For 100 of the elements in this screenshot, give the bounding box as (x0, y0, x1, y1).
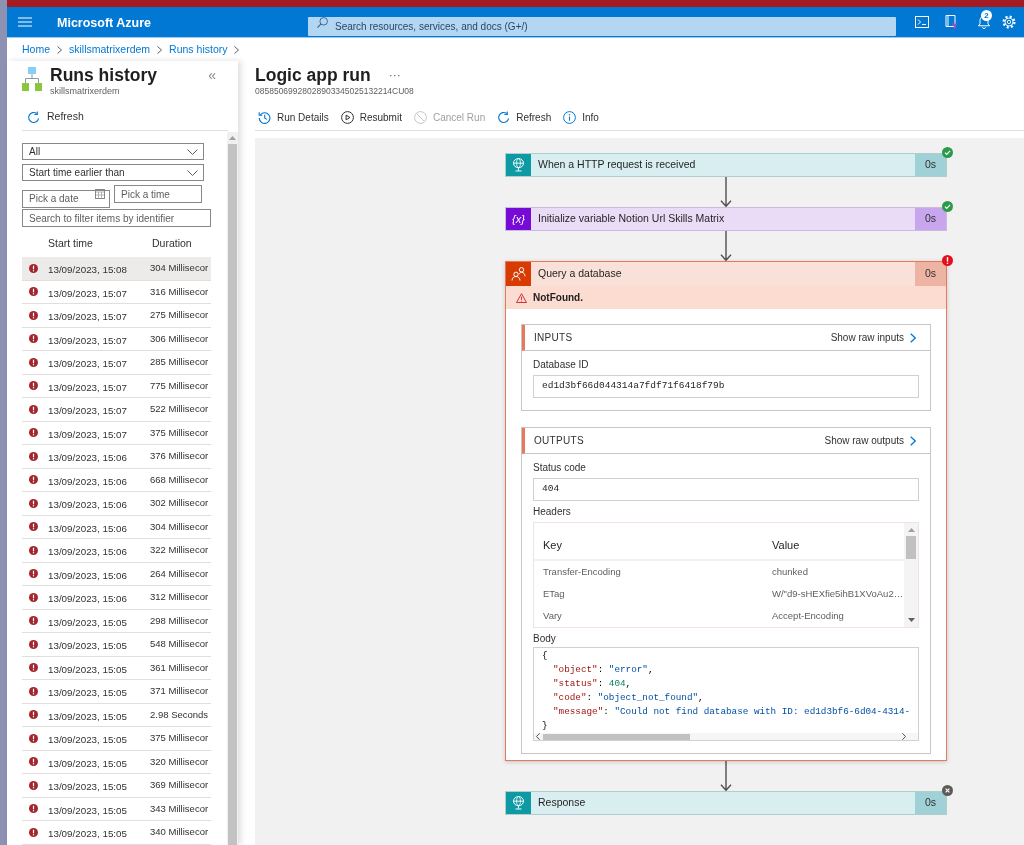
duration: 264 Millisecor (150, 566, 209, 581)
search-field[interactable]: Search to filter items by identifier (22, 209, 211, 227)
duration: 275 Millisecor (150, 308, 209, 323)
scroll-right-icon[interactable] (902, 733, 906, 740)
duration: 375 Millisecor (150, 731, 209, 746)
page-title: Logic app run (255, 65, 371, 85)
chevron-right-icon (910, 435, 916, 446)
scrollbar-thumb[interactable] (228, 144, 237, 845)
search-field[interactable]: Search resources, services, and docs (G+/) (308, 16, 896, 36)
start-time: 13/09/2023, 15:06 (48, 452, 127, 464)
start-time: 13/09/2023, 15:05 (48, 640, 127, 652)
scrollbar-thumb[interactable] (543, 733, 690, 740)
info-icon (563, 110, 577, 124)
connector-arrow (720, 231, 732, 261)
show-raw-link[interactable]: Show raw inputs (830, 330, 916, 345)
start-time: 13/09/2023, 15:05 (48, 757, 127, 769)
code-line: "object": "error", (553, 664, 654, 675)
scroll-left-icon[interactable] (536, 733, 540, 740)
action-card[interactable] (505, 261, 947, 761)
breadcrumb-link[interactable]: Home (22, 41, 50, 58)
table-cell: ETag (543, 587, 565, 599)
table-cell-text: chunked (772, 564, 808, 579)
column-header: Duration (152, 237, 192, 250)
section-title: OUTPUTS (534, 434, 584, 448)
terminal-icon[interactable] (915, 16, 929, 28)
menu-icon[interactable] (18, 17, 32, 27)
scroll-up-icon[interactable] (907, 528, 915, 532)
history-icon (258, 110, 271, 124)
column-header: Start time (48, 237, 93, 250)
time-field[interactable]: Pick a time (114, 185, 202, 203)
error-message: NotFound. (533, 291, 583, 305)
field-label: Status code (533, 462, 586, 474)
vertical-scrollbar[interactable] (227, 132, 238, 845)
duration: 371 Millisecor (150, 684, 209, 699)
start-time: 13/09/2023, 15:06 (48, 499, 127, 511)
vertical-scrollbar[interactable] (904, 523, 918, 627)
start-time: 13/09/2023, 15:05 (48, 710, 127, 722)
refresh-button[interactable]: Refresh (27, 109, 84, 125)
refresh-button[interactable]: Refresh (497, 109, 552, 125)
horizontal-scrollbar[interactable] (534, 733, 918, 740)
chevron-right-icon (910, 332, 916, 343)
table-cell: Transfer-Encoding (543, 565, 621, 577)
start-time: 13/09/2023, 15:05 (48, 828, 127, 840)
chevron-right-icon (57, 45, 62, 54)
collapse-button[interactable]: « (208, 65, 216, 85)
start-time: 13/09/2023, 15:06 (48, 593, 127, 605)
filter-dropdown[interactable]: Start time earlier than (22, 164, 204, 181)
table-cell: Vary (543, 609, 562, 621)
duration: 298 Millisecor (150, 613, 209, 628)
start-time: 13/09/2023, 15:07 (48, 381, 127, 393)
run-details-button[interactable]: Run Details (258, 109, 329, 125)
column-header: Value (772, 539, 800, 551)
chevron-right-icon (157, 45, 163, 54)
scrollbar-thumb[interactable] (906, 536, 916, 559)
book-filter-icon[interactable] (944, 14, 958, 30)
play-circle-icon (340, 110, 354, 124)
table-cell-text: Accept-Encoding (772, 608, 844, 623)
value-field: 404 (533, 478, 919, 501)
scroll-up-icon[interactable] (229, 136, 236, 140)
action-header[interactable]: When a HTTP request is received 0s (505, 153, 947, 177)
duration: 343 Millisecor (150, 801, 209, 816)
duration: 306 Millisecor (150, 331, 209, 346)
date-field[interactable]: Pick a date (22, 189, 110, 208)
start-time: 13/09/2023, 15:07 (48, 334, 127, 346)
show-raw-link[interactable]: Show raw outputs (824, 433, 916, 448)
start-time: 13/09/2023, 15:05 (48, 781, 127, 793)
action-header[interactable]: Response 0s (505, 791, 947, 815)
column-header: Key (543, 539, 562, 551)
action-header[interactable]: {x} Initialize variable Notion Url Skills Matrix 0s (505, 207, 947, 231)
code-line: "message": "Could not find database with ID: ed1d3bf6-6d04-4314- (553, 706, 911, 717)
breadcrumb-link[interactable]: Runs history (169, 41, 228, 58)
start-time: 13/09/2023, 15:08 (48, 264, 127, 276)
start-time: 13/09/2023, 15:05 (48, 687, 127, 699)
action-title: When a HTTP request is received (538, 157, 696, 173)
scroll-down-icon[interactable] (907, 618, 915, 622)
run-row[interactable]: 13/09/2023, 15:08 304 Millisecor (22, 257, 211, 281)
duration: 668 Millisecor (150, 472, 209, 487)
resubmit-button[interactable]: Resubmit (340, 109, 402, 125)
value-field: ed1d3bf66d044314a7fdf71f6418f79b (533, 375, 919, 398)
duration: 522 Millisecor (150, 402, 209, 417)
filter-dropdown[interactable]: All (22, 143, 204, 160)
start-time: 13/09/2023, 15:07 (48, 358, 127, 370)
code-line: "code": "object_not_found", (553, 692, 704, 703)
duration: 304 Millisecor (150, 519, 209, 534)
info-button[interactable]: Info (563, 109, 599, 125)
duration: 2.98 Seconds (150, 707, 209, 722)
duration: 775 Millisecor (150, 378, 209, 393)
action-header[interactable]: Query a database 0s (506, 262, 946, 286)
action-title: Query a database (538, 266, 622, 282)
settings-icon[interactable] (1002, 15, 1016, 29)
globe-icon (506, 792, 531, 814)
refresh-icon (497, 110, 511, 124)
chevron-down-icon (187, 148, 198, 155)
more-button[interactable]: ··· (388, 68, 401, 82)
duration-tag: 0s (915, 262, 946, 286)
start-time: 13/09/2023, 15:07 (48, 287, 127, 299)
brand-link[interactable]: Microsoft Azure (57, 16, 151, 30)
breadcrumb-link[interactable]: skillsmatrixerdem (69, 41, 151, 58)
duration: 304 Millisecor (150, 261, 209, 276)
start-time: 13/09/2023, 15:05 (48, 663, 127, 675)
